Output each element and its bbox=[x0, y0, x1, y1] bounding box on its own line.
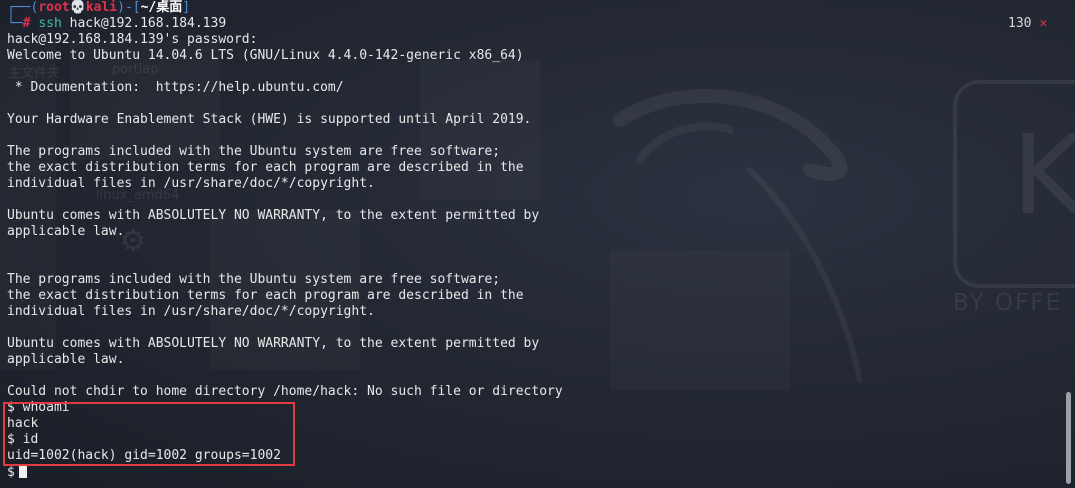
exit-status: 130 ✕ bbox=[1008, 16, 1047, 32]
output-line: hack@192.168.184.139's password: bbox=[7, 32, 258, 47]
prompt-corner-bottom: └─ bbox=[7, 16, 23, 31]
output-line: applicable law. bbox=[7, 352, 125, 367]
prompt-path-open: )-[ bbox=[117, 0, 141, 15]
shell-prompt-symbol: $ bbox=[7, 465, 15, 480]
prompt-symbol: # bbox=[22, 16, 31, 31]
prompt-path: ~/桌面 bbox=[140, 0, 183, 15]
output-line: * Documentation: https://help.ubuntu.com… bbox=[7, 80, 344, 95]
highlight-annotation-box bbox=[3, 402, 295, 466]
scrollbar-thumb[interactable] bbox=[1066, 392, 1071, 484]
error-x-icon: ✕ bbox=[1039, 16, 1048, 31]
skull-icon: 💀 bbox=[69, 0, 86, 15]
prompt-path-close: ] bbox=[182, 0, 191, 15]
output-line: Ubuntu comes with ABSOLUTELY NO WARRANTY… bbox=[7, 208, 540, 223]
output-line: Your Hardware Enablement Stack (HWE) is … bbox=[7, 112, 532, 127]
prompt-command-line: └─# ssh hack@192.168.184.139 bbox=[7, 16, 1047, 32]
command-name: ssh bbox=[38, 16, 62, 31]
prompt-user: root bbox=[38, 0, 70, 15]
exit-code: 130 bbox=[1008, 16, 1032, 31]
terminal-window[interactable]: 主文件夹 portlap linux_amd64 ⚙ K BY OFFE ┌──… bbox=[0, 0, 1075, 488]
text-cursor[interactable] bbox=[18, 464, 27, 478]
output-line: Could not chdir to home directory /home/… bbox=[7, 384, 563, 399]
output-line: individual files in /usr/share/doc/*/cop… bbox=[7, 304, 375, 319]
output-line: The programs included with the Ubuntu sy… bbox=[7, 144, 501, 159]
output-line: the exact distribution terms for each pr… bbox=[7, 288, 524, 303]
output-line: Welcome to Ubuntu 14.04.6 LTS (GNU/Linux… bbox=[7, 48, 524, 63]
output-line: individual files in /usr/share/doc/*/cop… bbox=[7, 176, 375, 191]
prompt-header: ┌──(root💀kali)-[~/桌面] bbox=[7, 0, 1047, 16]
command-argument: hack@192.168.184.139 bbox=[69, 16, 227, 31]
prompt-corner-top: ┌──( bbox=[7, 0, 39, 15]
active-prompt-line[interactable]: $ bbox=[7, 464, 1047, 480]
output-line: the exact distribution terms for each pr… bbox=[7, 160, 524, 175]
output-line: Ubuntu comes with ABSOLUTELY NO WARRANTY… bbox=[7, 336, 540, 351]
output-line: The programs included with the Ubuntu sy… bbox=[7, 272, 501, 287]
output-line: applicable law. bbox=[7, 224, 125, 239]
prompt-host: kali bbox=[85, 0, 118, 15]
